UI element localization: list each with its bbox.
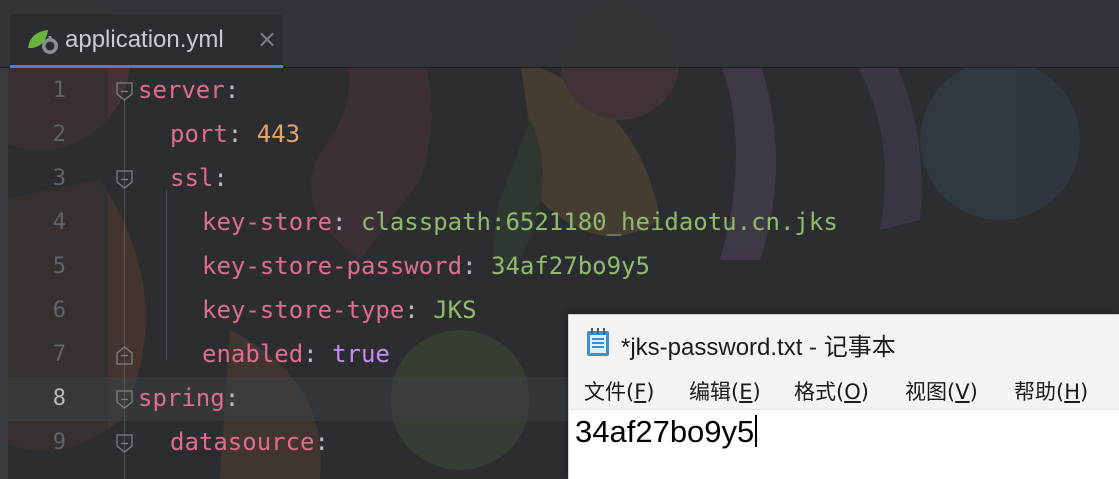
code-text: port: 443 <box>170 120 300 148</box>
notepad-title: *jks-password.txt - 记事本 <box>621 334 896 361</box>
tab-label: application.yml <box>65 26 224 53</box>
yaml-key: port <box>170 120 228 148</box>
yaml-key: datasource <box>170 428 315 456</box>
yaml-key: enabled <box>202 340 304 368</box>
code-text: spring: <box>138 384 239 412</box>
code-text: ssl: <box>170 164 228 192</box>
yaml-key: key-store-type <box>202 296 405 324</box>
menu-format[interactable]: 格式(O) <box>794 376 869 406</box>
yaml-value: true <box>332 340 390 368</box>
code-text: enabled: true <box>202 340 390 368</box>
menu-view[interactable]: 视图(V) <box>905 376 978 406</box>
line-number: 9 <box>52 430 66 455</box>
code-text: key-store-password: 34af27bo9y5 <box>202 252 650 280</box>
yaml-key: spring <box>138 384 225 412</box>
yaml-value: 443 <box>256 120 301 148</box>
yaml-punctuation: : <box>303 340 333 368</box>
line-number: 7 <box>52 342 66 367</box>
yaml-punctuation: : <box>213 164 228 192</box>
yaml-punctuation: : <box>224 384 240 412</box>
text-caret <box>755 415 758 447</box>
yaml-key: server <box>138 76 225 104</box>
notepad-icon <box>587 328 609 356</box>
yaml-key: ssl <box>170 164 214 192</box>
code-line[interactable]: 2 port: 443 <box>8 113 1119 157</box>
yaml-punctuation: : <box>227 120 257 148</box>
line-number: 5 <box>52 254 66 279</box>
notepad-title-bar[interactable]: *jks-password.txt - 记事本 <box>569 315 1119 371</box>
menu-help[interactable]: 帮助(H) <box>1014 376 1088 406</box>
yaml-value: 34af27bo9y5 <box>491 252 650 280</box>
line-number: 1 <box>52 78 66 103</box>
line-number: 4 <box>52 210 66 235</box>
code-text: datasource: <box>170 428 329 456</box>
code-text: key-store: classpath:6521180_heidaotu.cn… <box>202 208 838 236</box>
tab-application-yml[interactable]: application.yml × <box>10 14 283 68</box>
yaml-value: JKS <box>433 296 477 324</box>
tool-window-strip <box>0 68 8 479</box>
notepad-menu-bar: 文件(F) 编辑(E) 格式(O) 视图(V) 帮助(H) <box>569 371 1119 409</box>
menu-edit[interactable]: 编辑(E) <box>689 376 761 406</box>
yaml-value: classpath:6521180_heidaotu.cn.jks <box>360 208 838 236</box>
yaml-key: key-store <box>202 208 333 236</box>
menu-file[interactable]: 文件(F) <box>584 376 655 406</box>
editor-tab-bar: application.yml × <box>0 0 1119 68</box>
indent-guide <box>124 100 125 479</box>
yaml-punctuation: : <box>404 296 434 324</box>
code-line[interactable]: 4 key-store: classpath:6521180_heidaotu.c… <box>8 201 1119 245</box>
code-line[interactable]: 5 key-store-password: 34af27bo9y5 <box>8 245 1119 289</box>
line-number: 2 <box>52 122 66 147</box>
fold-marker-icon[interactable] <box>116 82 133 101</box>
notepad-content: 34af27bo9y5 <box>575 414 758 450</box>
tab-close-icon[interactable]: × <box>257 25 277 53</box>
yaml-punctuation: : <box>332 208 361 236</box>
indent-guide <box>166 190 167 360</box>
line-number: 3 <box>52 166 66 191</box>
yaml-key: key-store-password <box>202 252 463 280</box>
yaml-punctuation: : <box>462 252 491 280</box>
notepad-text-area[interactable]: 34af27bo9y5 <box>569 409 1119 479</box>
code-text: key-store-type: JKS <box>202 296 477 324</box>
spring-leaf-icon <box>28 30 58 54</box>
yaml-punctuation: : <box>224 76 240 104</box>
line-number: 8 <box>52 386 66 411</box>
code-line[interactable]: 1 server: <box>8 69 1119 113</box>
notepad-window[interactable]: *jks-password.txt - 记事本 文件(F) 编辑(E) 格式(O… <box>568 314 1119 479</box>
code-text: server: <box>138 76 239 104</box>
code-line[interactable]: 3 ssl: <box>8 157 1119 201</box>
line-number: 6 <box>52 298 66 323</box>
yaml-punctuation: : <box>314 428 329 456</box>
